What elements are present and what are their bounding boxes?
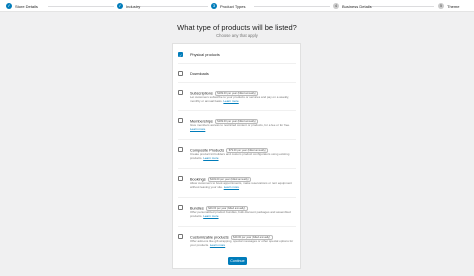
step-number-badge: 4 — [333, 3, 339, 9]
option-label: Downloads — [190, 71, 209, 76]
option-description: Offer add-ons like gift wrapping, specia… — [190, 239, 296, 248]
option-bundles[interactable]: Bundles $49.00 per year (billed annually)… — [178, 205, 296, 221]
learn-more-link[interactable]: Learn more — [203, 214, 218, 218]
option-composite-products[interactable]: Composite Products $79.00 per year (bille… — [178, 147, 296, 163]
step-business-details[interactable]: 4 Business Details — [333, 2, 372, 10]
description-text: Offer add-ons like gift wrapping, specia… — [190, 239, 294, 247]
step-store-details[interactable]: ✓ Store Details — [6, 2, 38, 10]
step-label: Product Types — [220, 3, 246, 9]
product-types-card: ✓ Physical products Downloads Subscripti… — [172, 43, 301, 269]
divider — [178, 168, 296, 169]
step-product-types[interactable]: 3 Product Types — [211, 2, 246, 10]
divider — [178, 139, 296, 140]
option-description: Allow customers to book appointments, ma… — [190, 181, 296, 190]
continue-button[interactable]: Continue — [228, 257, 247, 265]
checkbox[interactable] — [178, 118, 183, 123]
stepper-connector — [254, 6, 330, 7]
option-description: Give members access to restricted conten… — [190, 123, 296, 132]
divider — [178, 110, 296, 111]
learn-more-link[interactable]: Learn more — [223, 99, 238, 103]
learn-more-link[interactable]: Learn more — [190, 127, 205, 131]
step-number-badge: 3 — [211, 3, 217, 9]
option-label: Physical products — [190, 52, 220, 57]
option-downloads[interactable]: Downloads — [178, 71, 296, 77]
option-physical-products[interactable]: ✓ Physical products — [178, 52, 296, 58]
page-subtitle: Choose any that apply — [216, 33, 258, 38]
setup-stepper: ✓ Store Details ✓ Industry 3 Product Typ… — [0, 0, 474, 12]
step-number-badge: 5 — [438, 3, 444, 9]
step-industry[interactable]: ✓ Industry — [117, 2, 140, 10]
option-description: Offer personalized product bundles, bulk… — [190, 210, 296, 219]
stepper-connector — [370, 6, 434, 7]
stepper-connector — [138, 6, 208, 7]
stepper-connector — [48, 6, 114, 7]
checkbox-checked[interactable]: ✓ — [178, 52, 183, 58]
option-description: Create product kit builders and custom p… — [190, 152, 296, 161]
check-icon: ✓ — [117, 3, 123, 9]
divider — [178, 63, 296, 64]
divider — [178, 197, 296, 198]
option-customizable-products[interactable]: Customizable products $49.00 per year (bi… — [178, 234, 296, 250]
step-label: Theme — [447, 3, 460, 9]
checkbox[interactable] — [178, 176, 183, 181]
description-text: Allow customers to book appointments, ma… — [190, 181, 292, 189]
page-title: What type of products will be listed? — [177, 23, 297, 32]
learn-more-link[interactable]: Learn more — [224, 185, 239, 189]
step-label: Store Details — [15, 3, 38, 9]
checkbox[interactable] — [178, 90, 183, 95]
checkbox[interactable] — [178, 234, 183, 239]
learn-more-link[interactable]: Learn more — [210, 243, 225, 247]
step-label: Industry — [126, 3, 141, 9]
checkbox[interactable] — [178, 71, 183, 76]
divider — [178, 226, 296, 227]
learn-more-link[interactable]: Learn more — [203, 156, 218, 160]
checkbox[interactable] — [178, 147, 183, 152]
description-text: Let customers subscribe to your products… — [190, 95, 289, 103]
option-subscriptions[interactable]: Subscriptions $199.00 per year (billed an… — [178, 90, 296, 106]
step-label: Business Details — [342, 3, 372, 9]
check-icon: ✓ — [6, 3, 12, 9]
checkbox[interactable] — [178, 205, 183, 210]
divider — [178, 82, 296, 83]
option-description: Let customers subscribe to your products… — [190, 95, 296, 104]
step-theme[interactable]: 5 Theme — [438, 2, 459, 10]
option-memberships[interactable]: Memberships $199.00 per year (billed annu… — [178, 118, 296, 134]
option-bookings[interactable]: Bookings $249.00 per year (billed annuall… — [178, 176, 296, 192]
